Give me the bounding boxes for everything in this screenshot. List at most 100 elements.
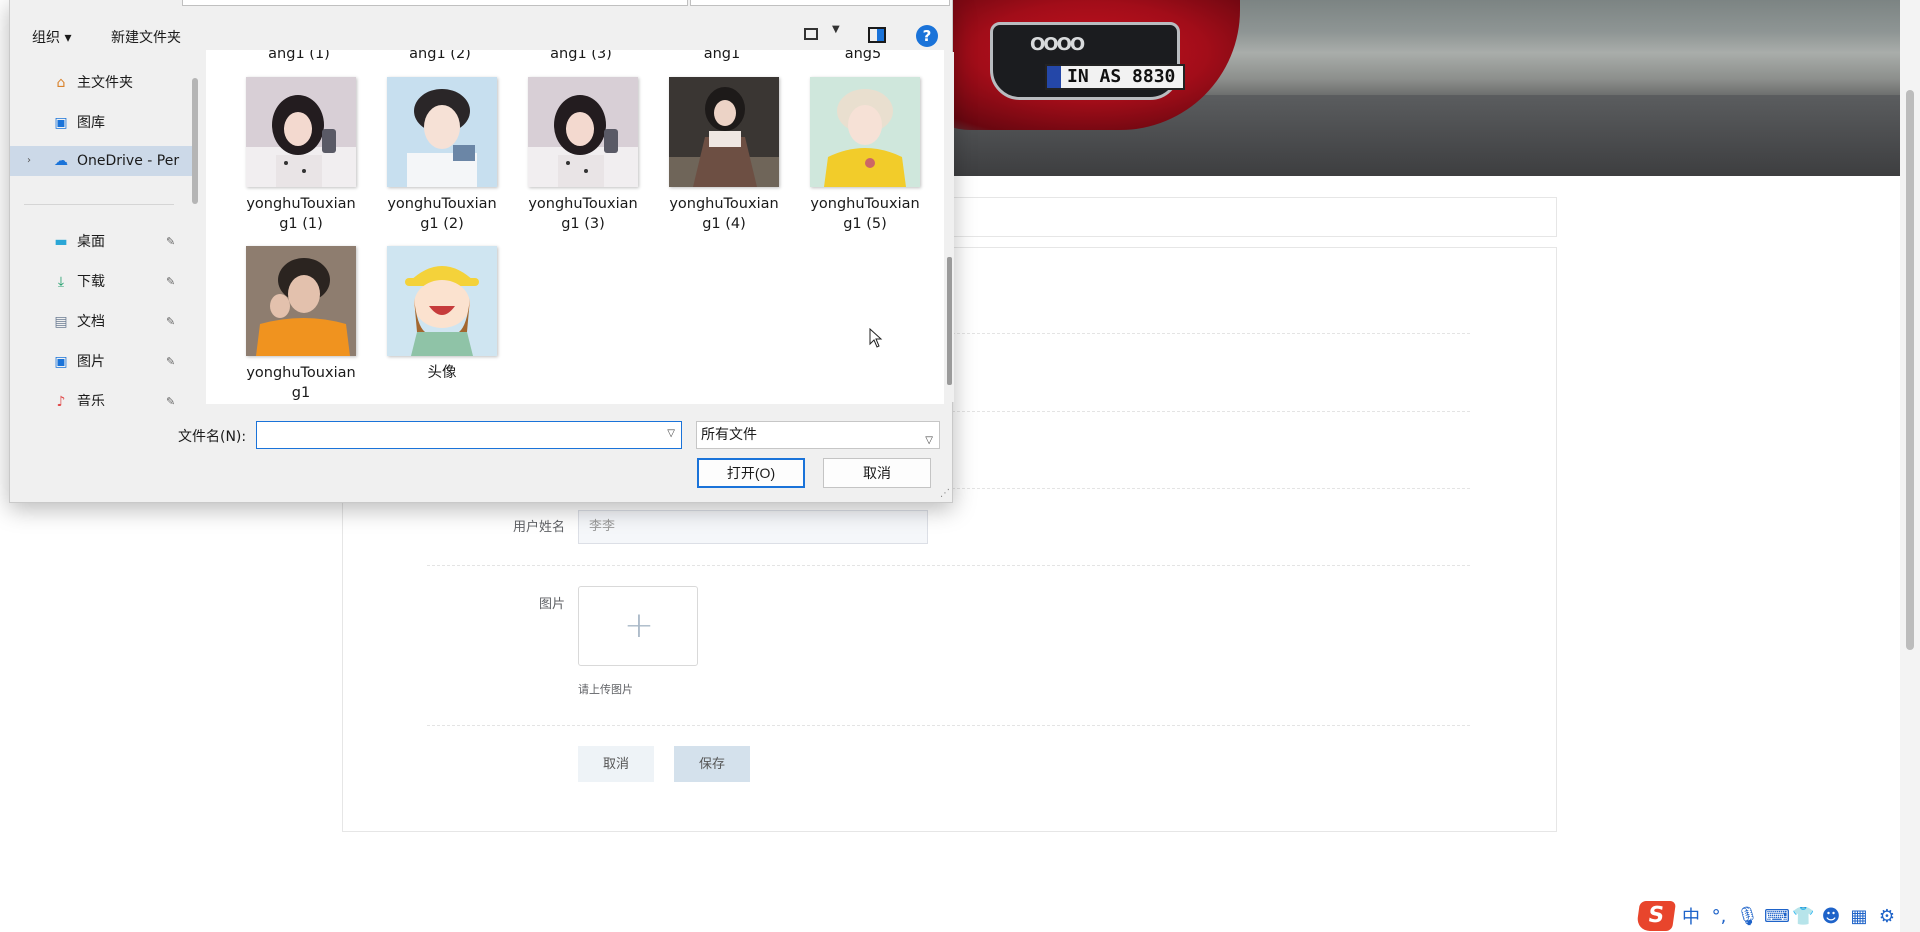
file-list-scrollbar[interactable] xyxy=(945,52,954,402)
file-name: yonghuTouxian g1 (2) xyxy=(375,194,509,234)
plus-icon: + xyxy=(623,605,655,646)
file-name: 头像 xyxy=(375,363,509,383)
open-button[interactable]: 打开(O) xyxy=(697,458,805,488)
toolbox-icon[interactable]: ▦ xyxy=(1848,906,1870,927)
file-name: yonghuTouxian g1 (5) xyxy=(798,194,932,234)
chevron-down-icon: ▽ xyxy=(925,435,933,446)
chevron-right-icon[interactable]: › xyxy=(27,146,31,176)
dialog-cancel-button[interactable]: 取消 xyxy=(823,458,931,488)
file-name-line: yonghuTouxian xyxy=(528,196,638,212)
filename-label: 文件名(N): xyxy=(178,429,247,445)
nav-item-home[interactable]: ⌂ 主文件夹 xyxy=(10,68,192,98)
file-name-cut[interactable]: ang1 xyxy=(655,50,789,62)
image-upload-button[interactable]: + xyxy=(578,586,698,666)
dialog-toolbar: 组织 ▾ 新建文件夹 ▼ ? xyxy=(10,18,954,52)
file-list-scrollbar-thumb[interactable] xyxy=(947,257,952,385)
chevron-down-icon[interactable]: ▼ xyxy=(832,24,840,35)
nav-scrollbar[interactable] xyxy=(192,78,198,204)
file-name-cut[interactable]: ang5 xyxy=(796,50,930,62)
download-icon: ⤓ xyxy=(57,274,65,290)
file-name-line: g1 (1) xyxy=(279,216,323,232)
file-name: yonghuTouxian g1 xyxy=(234,363,368,403)
image-thumbnail xyxy=(246,246,356,356)
file-name-line: yonghuTouxian xyxy=(387,196,497,212)
nav-item-label: 桌面 xyxy=(77,234,105,250)
nav-item-label: 主文件夹 xyxy=(77,75,133,91)
ime-toolbar[interactable]: S 中 °, 🎙 ⌨ 👕 ☻ ▦ ⚙ xyxy=(1635,900,1920,932)
pin-icon[interactable]: ✎ xyxy=(166,347,175,377)
pictures-icon: ▣ xyxy=(54,354,68,370)
file-name-line: yonghuTouxian xyxy=(810,196,920,212)
mouse-pointer-icon xyxy=(869,328,883,348)
nav-item-label: 下载 xyxy=(77,274,105,290)
pin-icon[interactable]: ✎ xyxy=(166,227,175,257)
plate-text: IN AS 8830 xyxy=(1067,66,1176,87)
document-icon: ▤ xyxy=(54,314,68,330)
new-folder-button[interactable]: 新建文件夹 xyxy=(111,27,181,47)
preview-pane-icon[interactable] xyxy=(868,27,886,43)
image-label: 图片 xyxy=(538,597,565,612)
page-scrollbar[interactable] xyxy=(1900,0,1920,932)
file-type-value: 所有文件 xyxy=(701,427,757,443)
keyboard-icon[interactable]: ⌨ xyxy=(1764,906,1790,927)
desktop-icon: ▬ xyxy=(54,234,68,250)
skin-icon[interactable]: 👕 xyxy=(1792,906,1814,927)
file-name-cut[interactable]: ang1 (3) xyxy=(514,50,648,62)
form-cancel-button[interactable]: 取消 xyxy=(578,746,654,782)
organize-menu[interactable]: 组织 ▾ xyxy=(32,27,71,47)
nav-item-label: 文档 xyxy=(77,314,105,330)
onedrive-icon: ☁ xyxy=(54,153,68,169)
settings-icon[interactable]: ⚙ xyxy=(1876,906,1898,927)
file-name: yonghuTouxian g1 (4) xyxy=(657,194,791,234)
address-bar[interactable] xyxy=(182,0,688,6)
pin-icon[interactable]: ✎ xyxy=(166,307,175,337)
nav-item-pictures[interactable]: ▣ 图片 ✎ xyxy=(10,347,192,377)
ime-chinese-mode[interactable]: 中 xyxy=(1680,903,1702,929)
punctuation-icon[interactable]: °, xyxy=(1708,906,1730,927)
pin-icon[interactable]: ✎ xyxy=(166,387,175,406)
nav-item-desktop[interactable]: ▬ 桌面 ✎ xyxy=(10,227,192,257)
upload-hint: 请上传图片 xyxy=(578,683,633,696)
form-save-button[interactable]: 保存 xyxy=(674,746,750,782)
file-name: yonghuTouxian g1 (1) xyxy=(234,194,368,234)
image-thumbnail xyxy=(669,77,779,187)
navigation-pane: ⌂ 主文件夹 ▣ 图库 › ☁ OneDrive - Per ▬ 桌面 ✎ ⤓ … xyxy=(10,56,192,406)
nav-item-gallery[interactable]: ▣ 图库 xyxy=(10,108,192,138)
file-name: yonghuTouxian g1 (3) xyxy=(516,194,650,234)
file-name-line: g1 (3) xyxy=(561,216,605,232)
image-thumbnail xyxy=(810,77,920,187)
page-scrollbar-thumb[interactable] xyxy=(1906,90,1914,650)
file-name-cut[interactable]: ang1 (2) xyxy=(373,50,507,62)
username-input[interactable]: 李李 xyxy=(578,510,928,544)
nav-divider xyxy=(24,204,174,205)
chevron-down-icon[interactable]: ▽ xyxy=(667,428,675,439)
microphone-icon[interactable]: 🎙 xyxy=(1736,906,1759,927)
help-icon[interactable]: ? xyxy=(916,25,938,47)
nav-item-music[interactable]: ♪ 音乐 ✎ xyxy=(10,387,192,406)
sogou-logo-icon[interactable]: S xyxy=(1635,901,1677,931)
nav-item-label: 音乐 xyxy=(77,394,105,406)
nav-item-documents[interactable]: ▤ 文档 ✎ xyxy=(10,307,192,337)
car-banner-image: OOOO IN AS 8830 xyxy=(950,0,1900,176)
gallery-icon: ▣ xyxy=(54,115,68,131)
nav-item-label: 图片 xyxy=(77,354,105,370)
file-name-line: g1 (2) xyxy=(420,216,464,232)
search-box[interactable] xyxy=(690,0,950,6)
view-mode-icon[interactable] xyxy=(804,28,818,40)
file-type-select[interactable]: 所有文件 ▽ xyxy=(696,421,940,449)
filename-input[interactable]: ▽ xyxy=(256,421,682,449)
resize-grip-icon[interactable]: ⋰ xyxy=(940,488,950,499)
nav-item-label: 图库 xyxy=(77,115,105,131)
pin-icon[interactable]: ✎ xyxy=(166,267,175,297)
file-list-pane[interactable]: ang1 (1) ang1 (2) ang1 (3) ang1 ang5 yon… xyxy=(206,50,944,404)
nav-item-onedrive[interactable]: › ☁ OneDrive - Per xyxy=(10,146,192,176)
nav-item-downloads[interactable]: ⤓ 下载 ✎ xyxy=(10,267,192,297)
file-name-line: yonghuTouxian xyxy=(246,365,356,381)
image-thumbnail xyxy=(387,77,497,187)
nav-item-label: OneDrive - Per xyxy=(77,153,180,169)
file-open-dialog[interactable]: 组织 ▾ 新建文件夹 ▼ ? ⌂ 主文件夹 ▣ 图库 › ☁ OneDrive … xyxy=(9,0,954,503)
file-name-cut[interactable]: ang1 (1) xyxy=(232,50,366,62)
plate-eu-strip xyxy=(1047,66,1061,88)
emoji-icon[interactable]: ☻ xyxy=(1820,906,1842,927)
file-name-line: g1 (5) xyxy=(843,216,887,232)
